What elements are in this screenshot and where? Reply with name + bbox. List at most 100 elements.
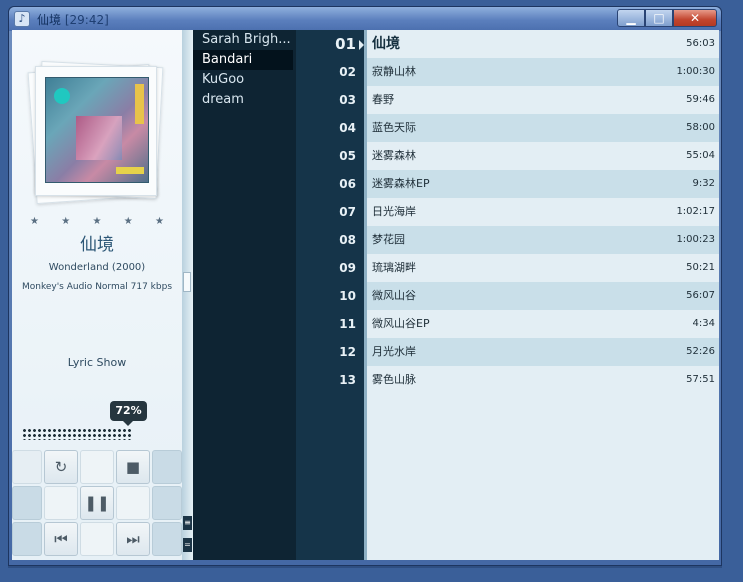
previous-icon: ⏮ xyxy=(54,530,68,548)
track-title: 梦花园 xyxy=(372,233,405,246)
track-number: 06 xyxy=(339,177,356,191)
album-cover-stack[interactable] xyxy=(27,60,164,210)
artist-item[interactable]: KuGoo xyxy=(193,70,296,90)
track-duration: 55:04 xyxy=(686,150,715,161)
track-row[interactable]: 微风山谷 56:07 xyxy=(367,282,719,310)
track-number: 09 xyxy=(339,261,356,275)
track-title: 寂静山林 xyxy=(372,65,416,78)
cover-tag xyxy=(116,167,144,174)
title-bar[interactable]: ♪ 仙境 [29:42] ▁ □ ✕ xyxy=(9,7,721,31)
track-list: 仙境 56:03 寂静山林 1:00:30 春野 59:46 蓝色天际 58:00 迷雾森林 55… xyxy=(364,30,719,560)
artist-list: Sarah Brigh... Bandari KuGoo dream xyxy=(193,30,296,560)
star-icon[interactable]: ★ xyxy=(93,216,102,227)
window-title-text: 仙境 xyxy=(37,13,62,27)
track-row[interactable]: 迷雾森林EP 9:32 xyxy=(367,170,719,198)
album-title: 仙境 xyxy=(80,235,114,255)
track-title: 微风山谷EP xyxy=(372,317,430,330)
grid-cell xyxy=(80,522,114,556)
track-number: 08 xyxy=(339,233,356,247)
track-title: 迷雾森林 xyxy=(372,149,416,162)
maximize-button[interactable]: □ xyxy=(645,9,673,27)
track-row[interactable]: 蓝色天际 58:00 xyxy=(367,114,719,142)
stop-button[interactable]: ■ xyxy=(116,450,150,484)
splitter-grip[interactable] xyxy=(183,272,191,292)
cover-strip xyxy=(135,84,144,124)
track-row[interactable]: 仙境 56:03 xyxy=(367,30,719,58)
track-number: 10 xyxy=(339,289,356,303)
track-row[interactable]: 春野 59:46 xyxy=(367,86,719,114)
window-title-time: [29:42] xyxy=(64,13,109,27)
artist-item[interactable]: Sarah Brigh... xyxy=(193,30,296,50)
track-title: 微风山谷 xyxy=(372,289,416,302)
pause-button[interactable]: ❚❚ xyxy=(80,486,114,520)
track-row[interactable]: 寂静山林 1:00:30 xyxy=(367,58,719,86)
track-row[interactable]: 月光水岸 52:26 xyxy=(367,338,719,366)
track-title: 蓝色天际 xyxy=(372,121,416,134)
track-duration: 1:00:23 xyxy=(676,234,715,245)
track-number: 11 xyxy=(339,317,356,331)
lyric-show-button[interactable]: Lyric Show xyxy=(12,356,182,369)
cover-image-panel xyxy=(76,116,122,160)
track-duration: 1:02:17 xyxy=(676,206,715,217)
track-row[interactable]: 迷雾森林 55:04 xyxy=(367,142,719,170)
track-number: 01 xyxy=(335,35,356,53)
previous-button[interactable]: ⏮ xyxy=(44,522,78,556)
star-icon[interactable]: ★ xyxy=(155,216,164,227)
track-row[interactable]: 微风山谷EP 4:34 xyxy=(367,310,719,338)
volume-slider[interactable] xyxy=(22,428,132,440)
album-subtitle: Wonderland (2000) xyxy=(48,262,146,273)
track-number-column: 01 02 03 04 05 06 07 08 09 10 11 12 13 xyxy=(296,30,364,560)
track-title: 仙境 xyxy=(372,36,400,52)
track-duration: 4:34 xyxy=(692,318,715,329)
track-duration: 9:32 xyxy=(692,178,715,189)
track-duration: 56:07 xyxy=(686,290,715,301)
grid-cell xyxy=(152,450,182,484)
track-number: 05 xyxy=(339,149,356,163)
artist-item[interactable]: dream xyxy=(193,90,296,110)
window-title: 仙境 [29:42] xyxy=(37,11,109,28)
window-bottom-edge xyxy=(8,566,722,568)
album-cover-art xyxy=(45,77,149,183)
track-title: 春野 xyxy=(372,93,394,106)
now-playing-panel: ★ ★ ★ ★ ★ 仙境 Wonderland (2000) Monkey's … xyxy=(12,30,182,560)
repeat-button[interactable]: ↻ xyxy=(44,450,78,484)
music-player-icon[interactable]: ♪ xyxy=(14,11,30,27)
panel-splitter[interactable]: ≡ = xyxy=(182,30,193,560)
grid-cell xyxy=(12,486,42,520)
track-title: 迷雾森林EP xyxy=(372,177,430,190)
close-button[interactable]: ✕ xyxy=(673,9,717,27)
cover-card-front xyxy=(35,66,157,196)
grid-cell xyxy=(152,486,182,520)
track-row[interactable]: 雾色山脉 57:51 xyxy=(367,366,719,394)
pause-icon: ❚❚ xyxy=(84,494,110,512)
track-number: 07 xyxy=(339,205,356,219)
track-duration: 56:03 xyxy=(686,38,715,49)
track-row[interactable]: 梦花园 1:00:23 xyxy=(367,226,719,254)
grid-cell xyxy=(12,522,42,556)
rating-stars[interactable]: ★ ★ ★ ★ ★ xyxy=(30,216,164,227)
cover-logo xyxy=(54,88,70,104)
grid-cell xyxy=(44,486,78,520)
track-duration: 1:00:30 xyxy=(676,66,715,77)
minimize-button[interactable]: ▁ xyxy=(617,9,645,27)
track-number: 12 xyxy=(339,345,356,359)
menu-icon[interactable]: = xyxy=(183,538,192,552)
track-row[interactable]: 日光海岸 1:02:17 xyxy=(367,198,719,226)
window-controls: ▁ □ ✕ xyxy=(617,9,717,27)
grid-cell xyxy=(12,450,42,484)
track-row[interactable]: 琉璃湖畔 50:21 xyxy=(367,254,719,282)
next-button[interactable]: ⏭ xyxy=(116,522,150,556)
track-number: 04 xyxy=(339,121,356,135)
star-icon[interactable]: ★ xyxy=(61,216,70,227)
artist-item[interactable]: Bandari xyxy=(193,50,293,70)
track-title: 日光海岸 xyxy=(372,205,416,218)
star-icon[interactable]: ★ xyxy=(30,216,39,227)
star-icon[interactable]: ★ xyxy=(124,216,133,227)
track-number: 02 xyxy=(339,65,356,79)
track-number: 13 xyxy=(339,373,356,387)
volume-badge: 72% xyxy=(110,401,147,426)
list-mode-icon[interactable]: ≡ xyxy=(183,516,192,530)
audio-format: Monkey's Audio xyxy=(21,282,93,292)
track-title: 琉璃湖畔 xyxy=(372,261,416,274)
track-duration: 50:21 xyxy=(686,262,715,273)
